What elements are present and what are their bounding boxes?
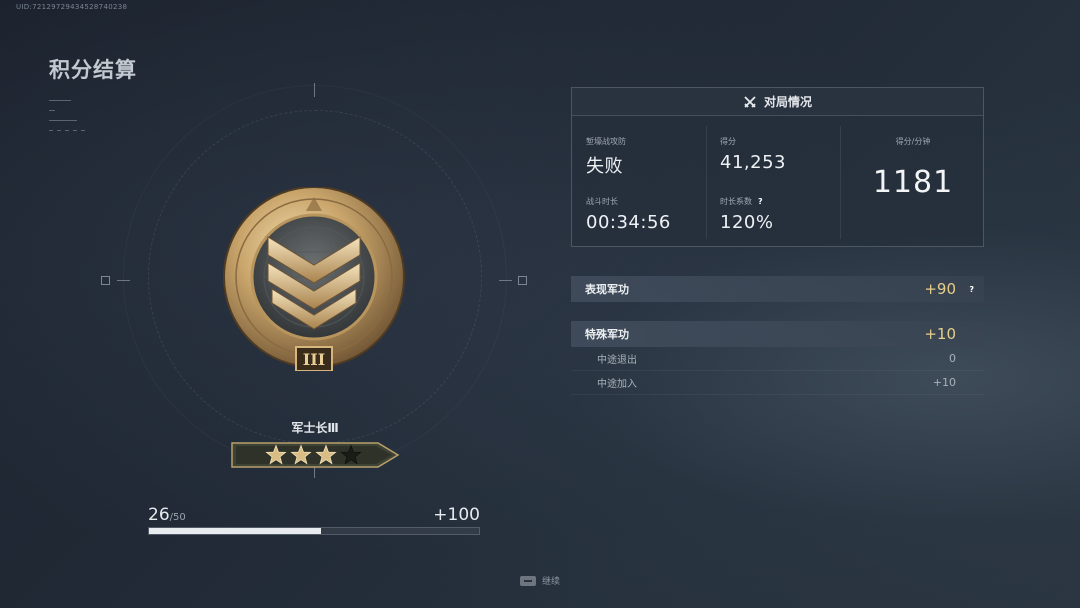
stat-time: 战斗时长 00:34:56 bbox=[586, 196, 671, 233]
special-merit-value: +10 bbox=[924, 325, 956, 343]
special-item-value: +10 bbox=[932, 376, 956, 389]
match-stats-panel: 对局情况 堑壕战攻防 失败 得分 41,253 得分/分钟 1181 战斗时长 … bbox=[571, 87, 984, 247]
performance-merit-value: +90 bbox=[924, 280, 956, 298]
right-reticle-icon bbox=[518, 276, 527, 285]
stat-mode-value: 失败 bbox=[586, 156, 623, 177]
page-title: 积分结算 bbox=[49, 58, 137, 82]
stat-score: 得分 41,253 bbox=[720, 136, 786, 173]
key-prompt-icon bbox=[520, 575, 536, 586]
decorative-lines bbox=[49, 100, 99, 150]
rank-progress-fill bbox=[149, 528, 321, 534]
stat-coef-label-row: 时长系数? bbox=[720, 196, 773, 207]
continue-label: 继续 bbox=[542, 577, 561, 587]
rank-name: 军士长Ⅲ bbox=[291, 421, 339, 435]
stars-banner bbox=[228, 441, 400, 469]
stat-spm-label: 得分/分钟 bbox=[895, 137, 931, 146]
stat-score-label: 得分 bbox=[720, 137, 736, 146]
special-item-value: 0 bbox=[949, 352, 956, 365]
stat-coef-label: 时长系数 bbox=[720, 197, 752, 206]
right-tick bbox=[499, 280, 512, 281]
special-item-label: 中途加入 bbox=[597, 379, 637, 390]
special-merit-item: 中途退出 0 bbox=[571, 347, 984, 371]
crossed-swords-icon bbox=[744, 95, 756, 108]
progress-gain: +100 bbox=[433, 505, 480, 525]
performance-help-icon[interactable]: ? bbox=[969, 285, 974, 294]
uid-label: UID:72129729434528740238 bbox=[16, 3, 128, 11]
performance-merit-row: 表现军功 +90 ? bbox=[571, 276, 984, 302]
progress-max: /50 bbox=[169, 512, 186, 523]
stat-coef: 时长系数? 120% bbox=[720, 196, 773, 233]
special-merit-item: 中途加入 +10 bbox=[571, 371, 984, 395]
special-merit-label: 特殊军功 bbox=[585, 328, 629, 341]
stat-mode: 堑壕战攻防 失败 bbox=[586, 136, 626, 178]
special-merit-row: 特殊军功 +10 bbox=[571, 321, 984, 347]
stat-coef-value: 120% bbox=[720, 212, 774, 233]
progress-current: 26 bbox=[148, 505, 170, 525]
stat-mode-label: 堑壕战攻防 bbox=[586, 137, 626, 146]
stat-time-value: 00:34:56 bbox=[586, 212, 671, 233]
stats-header: 对局情况 bbox=[572, 88, 983, 116]
top-tick bbox=[314, 83, 315, 97]
stats-header-title: 对局情况 bbox=[763, 95, 812, 109]
medal-numeral: III bbox=[303, 350, 325, 369]
special-item-label: 中途退出 bbox=[597, 355, 637, 366]
rank-progress-label: 26/50 bbox=[148, 505, 186, 525]
stat-score-value: 41,253 bbox=[720, 152, 786, 173]
left-reticle-icon bbox=[101, 276, 110, 285]
stat-spm: 得分/分钟 1181 bbox=[841, 136, 985, 200]
rank-medal: III bbox=[222, 186, 406, 372]
coef-help-icon[interactable]: ? bbox=[758, 197, 763, 206]
stat-time-label: 战斗时长 bbox=[586, 197, 618, 206]
continue-button[interactable]: 继续 bbox=[520, 574, 560, 587]
performance-merit-label: 表现军功 bbox=[585, 283, 629, 296]
column-divider bbox=[706, 126, 707, 239]
stat-spm-value: 1181 bbox=[872, 165, 954, 200]
rank-progress-bar bbox=[148, 527, 480, 535]
left-tick bbox=[117, 280, 130, 281]
